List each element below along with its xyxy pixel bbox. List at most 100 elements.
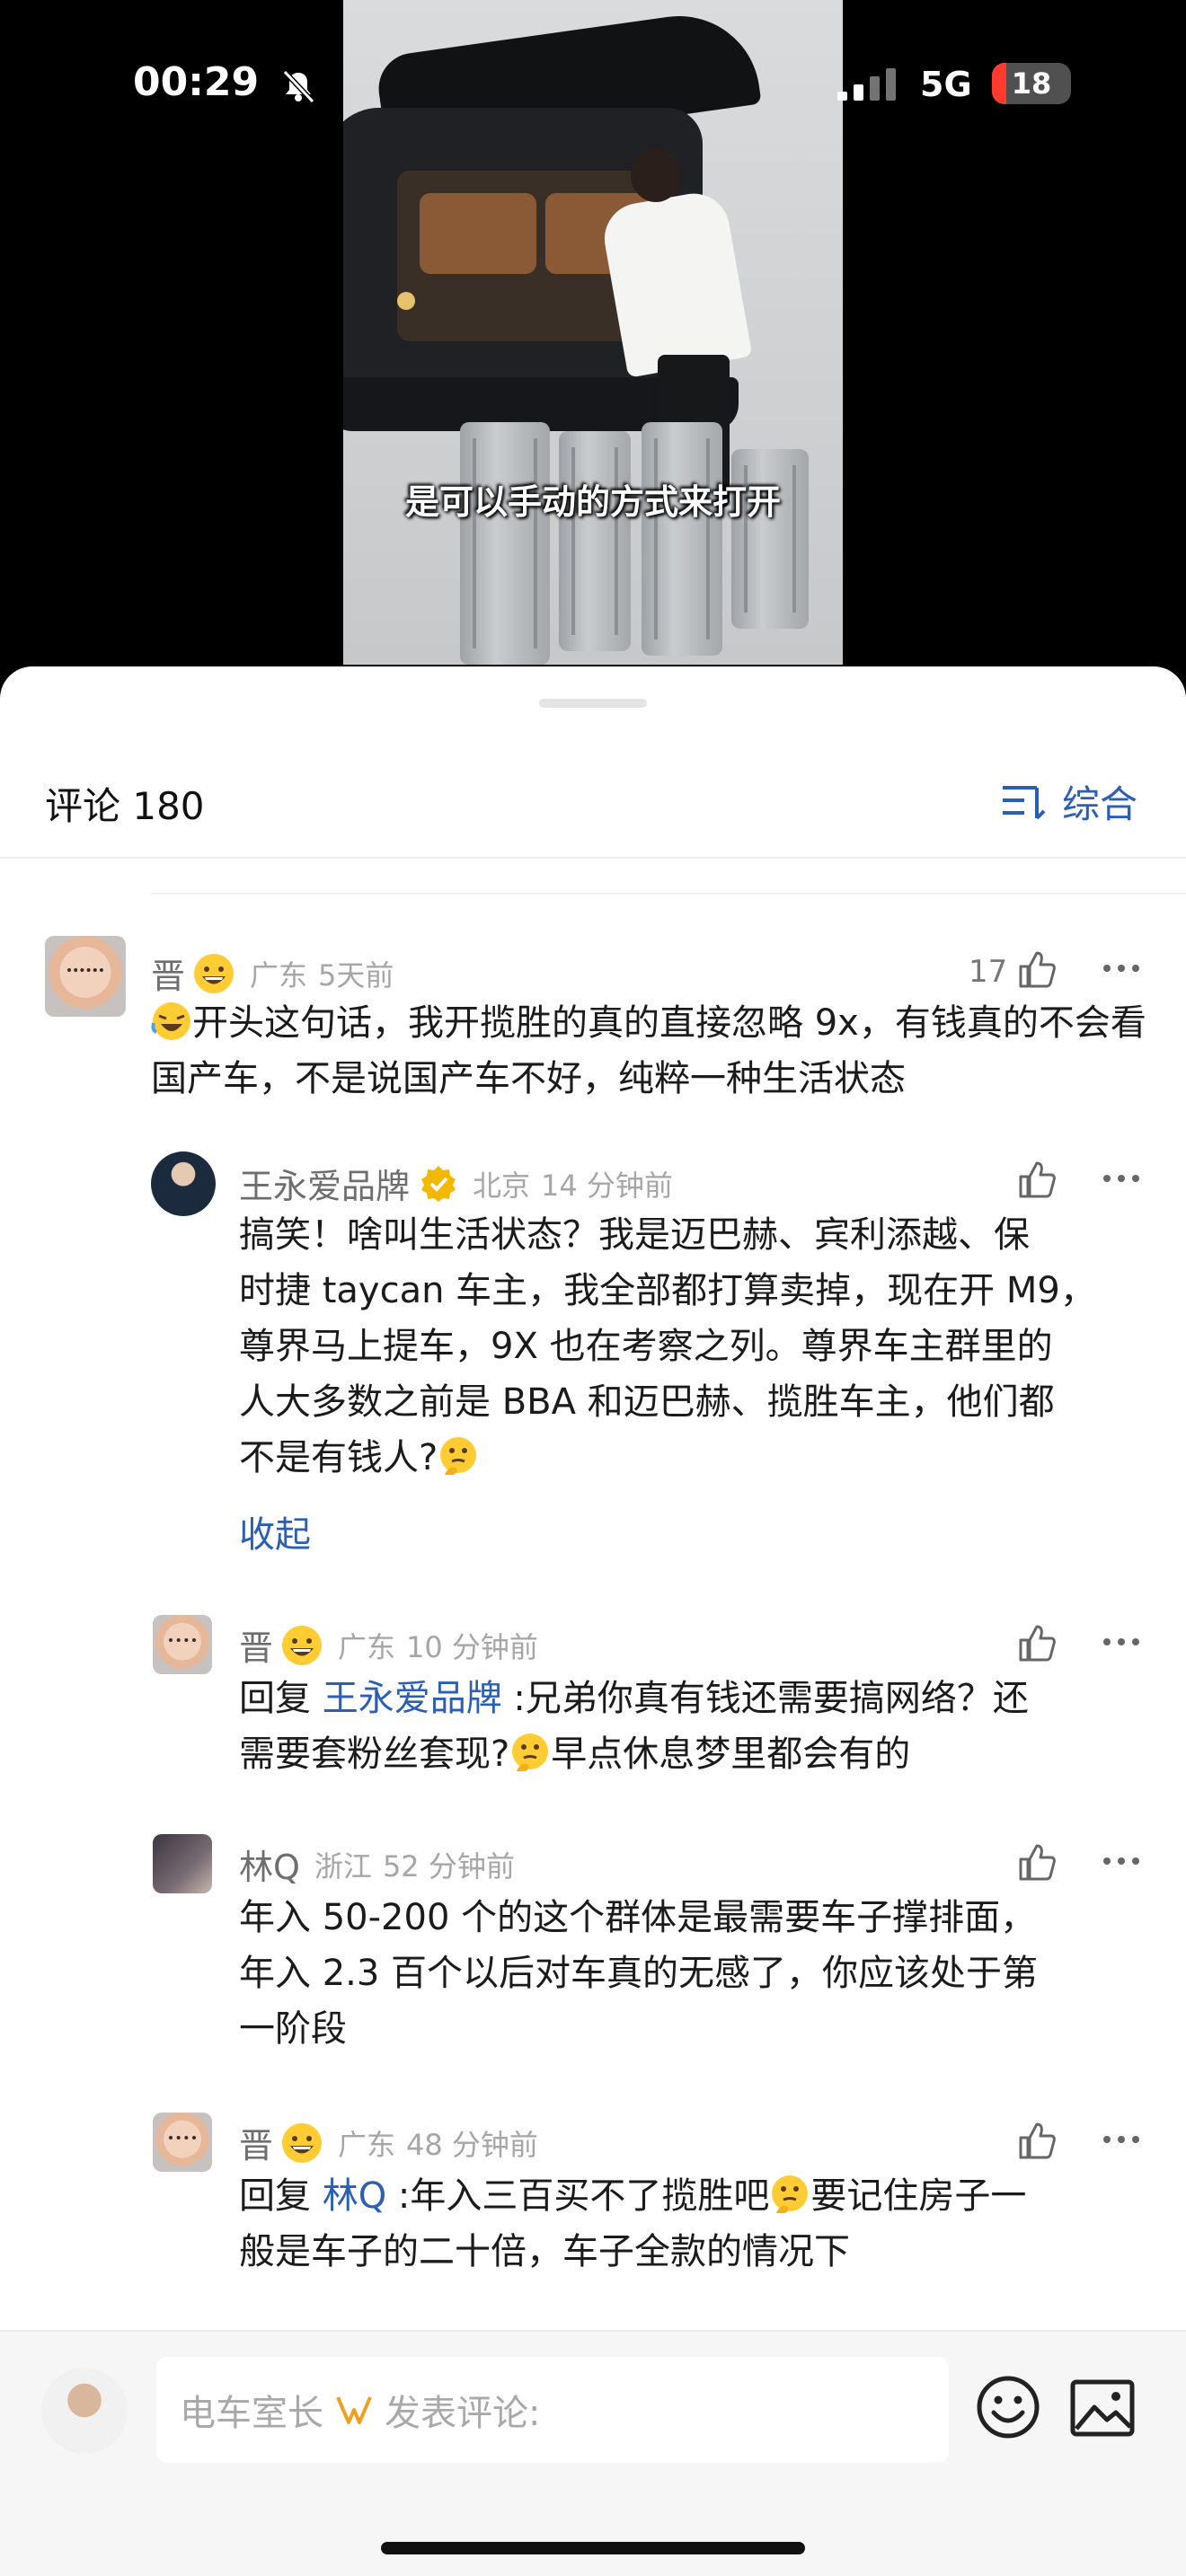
suitcase [642, 422, 722, 656]
comment-line: 不是有钱人? [239, 1430, 1155, 1486]
avatar[interactable] [153, 1615, 212, 1674]
video-frame[interactable] [343, 0, 843, 665]
battery-level: 18 [1011, 66, 1052, 101]
comment-header: 晋 广东 10 分钟前 [239, 1620, 538, 1670]
comment-time: 5天前 [318, 957, 394, 992]
reply-prefix: 回复 [239, 1678, 311, 1719]
reply-mention[interactable]: 林Q [323, 2175, 386, 2217]
reply-item[interactable]: 晋 广东 48 分钟前 回复 林Q :年入三百买不了揽胜吧 要记住房子一 般是车子… [0, 2113, 1186, 2292]
grinning-emoji-icon [194, 953, 235, 993]
more-icon[interactable] [1102, 963, 1141, 974]
comment-location: 北京 [473, 1168, 531, 1203]
comment-author[interactable]: 王永爱品牌 [239, 1159, 410, 1208]
bell-slash-icon [282, 69, 315, 104]
comment-header: 林Q 浙江 52 分钟前 [239, 1839, 515, 1889]
comment-item[interactable]: 晋 广东 5天前 17 开头这句话，我开揽胜的真的直接忽略 9x，有钱真的不会看… [0, 936, 1186, 1107]
avatar[interactable] [153, 1834, 212, 1893]
thinking-emoji-icon [440, 1437, 477, 1475]
comment-text: 年入 50-200 个的这个群体是最需要车子撑排面， 年入 2.3 百个以后对车… [239, 1890, 1155, 2057]
reply-item[interactable]: 晋 广东 10 分钟前 回复 王永爱品牌 :兄弟你真有钱还需要搞网络？还 需要套… [0, 1615, 1186, 1795]
comment-line: 般是车子的二十倍，车子全款的情况下 [239, 2231, 850, 2272]
comment-time: 14 分钟前 [541, 1168, 673, 1203]
input-prefix: 电车室长 [180, 2393, 323, 2434]
avatar[interactable] [151, 1151, 216, 1216]
divider [0, 857, 1186, 859]
sort-label: 综合 [1062, 782, 1138, 826]
thumbs-up-icon[interactable] [1017, 1624, 1057, 1662]
comment-author[interactable]: 林Q [239, 1839, 300, 1889]
comment-input-bar: 电车室长 发表评论: [0, 2330, 1186, 2576]
signal-icon [837, 68, 896, 101]
thinking-emoji-icon [772, 2175, 809, 2213]
verified-badge-icon [421, 1165, 456, 1202]
thumbs-up-icon[interactable] [1017, 950, 1057, 988]
more-icon[interactable] [1102, 1856, 1141, 1866]
comment-author[interactable]: 晋 [239, 1620, 273, 1670]
thinking-emoji-icon [512, 1734, 549, 1771]
comment-line-text: 不是有钱人? [239, 1437, 438, 1478]
video-subtitle: 是可以手动的方式来打开 [404, 482, 781, 522]
laughing-emoji-icon [151, 1002, 190, 1040]
car-seat [420, 193, 536, 274]
comment-text: 开头这句话，我开揽胜的真的直接忽略 9x，有钱真的不会看国产车，不是说国产车不好… [151, 995, 1148, 1107]
comment-line: 人大多数之前是 BBA 和迈巴赫、揽胜车主，他们都 [239, 1381, 1055, 1423]
comment-line: 年入 50-200 个的这个群体是最需要车子撑排面， [239, 1897, 1037, 1938]
image-icon[interactable] [1069, 2378, 1136, 2438]
more-icon[interactable] [1102, 1173, 1141, 1184]
thumbs-up-icon[interactable] [1017, 1843, 1057, 1881]
reply-mention[interactable]: 王永爱品牌 [323, 1678, 502, 1719]
grinning-emoji-icon [282, 1625, 323, 1665]
comment-body: 开头这句话，我开揽胜的真的直接忽略 9x，有钱真的不会看国产车，不是说国产车不好… [151, 1002, 1146, 1099]
comment-line: 回复 林Q :年入三百买不了揽胜吧 要记住房子一 [239, 2168, 1155, 2224]
brand-logo-icon [336, 2396, 372, 2424]
comment-line: 一阶段 [239, 2008, 347, 2050]
comments-sheet: 评论 180 综合 晋 广东 5天前 17 开头这句话，我开揽胜的真的直接忽略 … [0, 666, 1186, 2576]
comment-line: 年入 2.3 百个以后对车真的无感了，你应该处于第 [239, 1953, 1039, 1994]
home-indicator[interactable] [381, 2542, 805, 2554]
comment-author[interactable]: 晋 [239, 2118, 273, 2167]
reply-item[interactable]: 林Q 浙江 52 分钟前 年入 50-200 个的这个群体是最需要车子撑排面， … [0, 1834, 1186, 2068]
emoji-icon[interactable] [976, 2375, 1040, 2439]
status-time: 00:29 [133, 59, 260, 105]
comment-line: 尊界马上提车，9X 也在考察之列。尊界车主群里的 [239, 1326, 1053, 1367]
comment-text: 回复 林Q :年入三百买不了揽胜吧 要记住房子一 般是车子的二十倍，车子全款的情况… [239, 2168, 1155, 2280]
avatar[interactable] [45, 936, 126, 1017]
battery-indicator: 18 [992, 63, 1071, 104]
comment-line-text: :兄弟你真有钱还需要搞网络？还 [501, 1678, 1029, 1719]
comment-line: 时捷 taycan 车主，我全部都打算卖掉，现在开 M9， [239, 1270, 1096, 1311]
comment-line: 需要套粉丝套现? 早点休息梦里都会有的 [239, 1726, 1155, 1782]
my-avatar[interactable] [41, 2368, 128, 2454]
comment-line-text: 需要套粉丝套现? [239, 1734, 510, 1775]
like-count: 17 [969, 954, 1008, 990]
comment-header: 晋 广东 5天前 [151, 948, 394, 998]
comment-time: 10 分钟前 [406, 1629, 538, 1664]
thumbs-up-icon[interactable] [1017, 2122, 1057, 2159]
grinning-emoji-icon [282, 2122, 323, 2163]
comment-location: 浙江 [314, 1848, 372, 1883]
reply-item[interactable]: 王永爱品牌 北京 14 分钟前 搞笑！啥叫生活状态？我是迈巴赫、宾利添越、保 时… [0, 1151, 1186, 1529]
comments-count-title: 评论 180 [45, 784, 205, 828]
thumbs-up-icon[interactable] [1017, 1160, 1057, 1198]
collapse-link[interactable]: 收起 [239, 1505, 311, 1557]
comment-line-text: 早点休息梦里都会有的 [551, 1734, 911, 1775]
more-icon[interactable] [1102, 2134, 1141, 2145]
suitcase [460, 422, 550, 665]
network-type: 5G [920, 65, 972, 104]
person-head [631, 148, 681, 202]
comment-input[interactable]: 电车室长 发表评论: [156, 2357, 949, 2463]
comment-header: 王永爱品牌 北京 14 分钟前 [239, 1159, 673, 1208]
more-icon[interactable] [1102, 1636, 1141, 1647]
comment-location: 广东 [250, 957, 308, 992]
comment-location: 广东 [338, 1629, 396, 1664]
input-placeholder: 发表评论: [385, 2393, 541, 2434]
comment-line: 回复 王永爱品牌 :兄弟你真有钱还需要搞网络？还 [239, 1671, 1155, 1726]
sheet-drag-handle[interactable] [539, 699, 647, 708]
comment-author[interactable]: 晋 [151, 948, 185, 998]
reply-prefix: 回复 [239, 2175, 311, 2217]
comment-text: 回复 王永爱品牌 :兄弟你真有钱还需要搞网络？还 需要套粉丝套现? 早点休息梦里都… [239, 1671, 1155, 1782]
sort-button[interactable]: 综合 [1001, 774, 1137, 829]
comment-time: 52 分钟前 [382, 1848, 515, 1883]
avatar[interactable] [153, 2113, 212, 2172]
car-light [397, 292, 415, 310]
divider [151, 893, 1186, 895]
